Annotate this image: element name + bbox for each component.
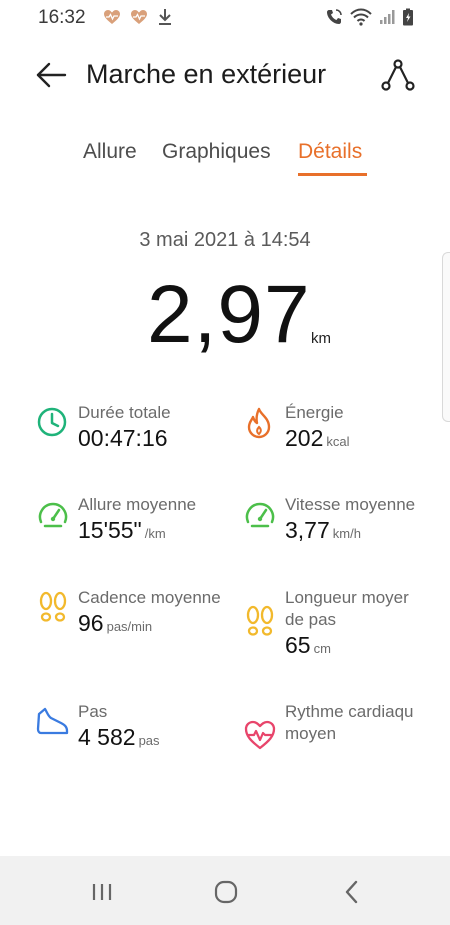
distance-value: 2,97 [147, 269, 311, 360]
distance-display: 2,97 [147, 268, 311, 362]
tab-bar: Allure Graphiques Détails [0, 140, 450, 180]
metric-label: Pas [78, 702, 108, 721]
edge-panel-handle[interactable] [442, 252, 450, 422]
status-system-icons [325, 8, 414, 26]
download-icon [159, 9, 171, 25]
heart-rate-notification-icon [131, 10, 147, 24]
metric-label: Durée totale [78, 403, 171, 422]
metric-label-line: Longueur moyer [285, 588, 409, 607]
heart-rate-notification-icon [104, 10, 120, 24]
metric-unit: /km [144, 526, 166, 541]
status-notification-icons [103, 8, 173, 26]
back-arrow-icon[interactable] [34, 58, 68, 92]
clock-icon [37, 407, 67, 437]
metric-label: Énergie [285, 403, 344, 422]
metric-number: 65 [285, 632, 311, 658]
wifi-call-icon [327, 9, 342, 24]
tab-graphiques[interactable]: Graphiques [162, 140, 271, 172]
home-icon[interactable] [210, 876, 242, 908]
metric-number: 202 [285, 425, 324, 451]
app-header: Marche en extérieur [0, 50, 450, 100]
footprints-icon [246, 605, 274, 636]
metric-label: Cadence moyenne [78, 588, 221, 607]
distance-unit: km [311, 330, 331, 347]
metric-label-line: de pas [285, 610, 337, 629]
metric-unit: pas [138, 733, 160, 748]
metric-number: 3,77 [285, 517, 330, 543]
metric-label-line: moyen [285, 724, 337, 743]
metric-label: Rythme cardiaqu moyen [285, 701, 414, 745]
metric-number: 4 582 [78, 724, 136, 750]
system-navigation-bar [0, 856, 450, 925]
metric-number: 00:47:16 [78, 425, 168, 451]
metric-value: 00:47:16 [78, 425, 168, 452]
wifi-icon [350, 8, 372, 26]
status-time: 16:32 [38, 7, 86, 28]
heart-rate-icon [244, 720, 276, 750]
tab-details[interactable]: Détails [298, 140, 362, 172]
shoe-icon [36, 707, 69, 735]
route-map-icon[interactable] [380, 57, 416, 93]
footprints-icon [39, 591, 67, 622]
metric-label: Vitesse moyenne [285, 495, 416, 514]
speedometer-icon [245, 502, 275, 528]
battery-icon [403, 8, 413, 26]
signal-icon [380, 10, 395, 24]
metric-value: 96 pas/min [78, 610, 152, 637]
tab-allure[interactable]: Allure [83, 140, 137, 172]
workout-date: 3 mai 2021 à 14:54 [139, 229, 311, 251]
metric-value: 202 kcal [285, 425, 350, 452]
metric-unit: km/h [332, 526, 361, 541]
metric-unit: kcal [326, 434, 350, 449]
metric-label: Longueur moyer de pas [285, 587, 409, 631]
metric-label-line: Rythme cardiaqu [285, 702, 414, 721]
metric-unit: pas/min [106, 619, 153, 634]
metric-unit: cm [313, 641, 331, 656]
flame-icon [247, 407, 271, 439]
metric-value: 15'55"/km [78, 517, 166, 544]
metric-value: 4 582 pas [78, 724, 160, 751]
metric-value: 3,77 km/h [285, 517, 361, 544]
metric-number: 96 [78, 610, 104, 636]
active-tab-indicator [298, 173, 367, 176]
recent-apps-icon[interactable] [86, 876, 118, 908]
metric-label: Allure moyenne [78, 495, 197, 514]
metric-number: 15'55" [78, 517, 142, 543]
metric-value: 65 cm [285, 632, 331, 659]
page-title: Marche en extérieur [86, 59, 327, 89]
speedometer-icon [38, 502, 68, 528]
status-bar: 16:32 [0, 0, 450, 34]
back-icon[interactable] [336, 876, 368, 908]
